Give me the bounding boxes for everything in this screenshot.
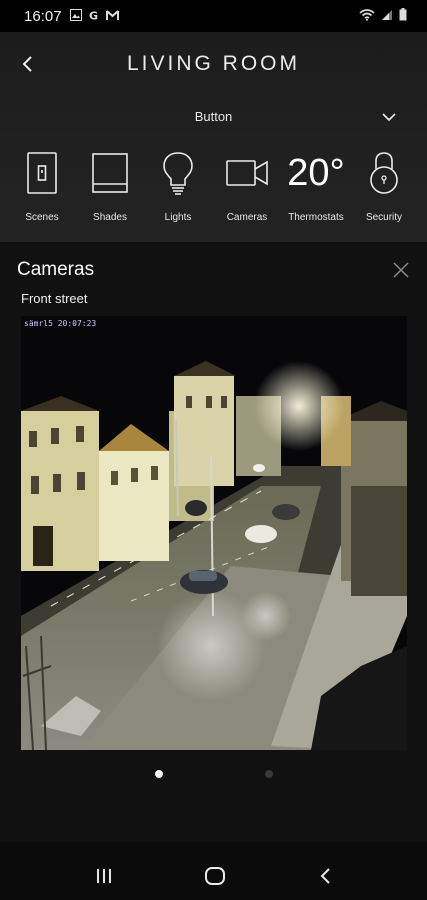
page-title: LIVING ROOM: [126, 52, 301, 75]
status-bar: 16:07 G: [0, 0, 427, 32]
padlock-icon: [370, 152, 398, 194]
page-dot-2[interactable]: [265, 770, 273, 778]
svg-text:G: G: [89, 10, 98, 22]
panel-title: Cameras: [17, 259, 95, 280]
back-arrow-icon: [320, 868, 330, 884]
category-label: Lights: [164, 212, 192, 223]
category-scenes[interactable]: Scenes: [11, 147, 73, 227]
feed-timestamp: sämrl5 20:07:23: [24, 319, 97, 328]
camera-feed-image: [21, 316, 407, 750]
category-security[interactable]: Security: [353, 147, 415, 227]
dropdown-value: Button: [194, 109, 233, 124]
system-back-button[interactable]: [314, 866, 338, 886]
video-camera-icon: [226, 160, 268, 186]
light-bulb-icon: [163, 152, 193, 195]
wifi-icon: [359, 9, 375, 21]
category-cameras[interactable]: Cameras: [216, 147, 278, 227]
category-label: Scenes: [25, 212, 59, 223]
recent-apps-icon: [97, 869, 111, 883]
camera-feed[interactable]: sämrl5 20:07:23: [21, 316, 407, 750]
home-button[interactable]: [203, 866, 227, 886]
google-icon: G: [89, 10, 98, 22]
category-bar: Scenes Shades Lights Cameras 20° Thermos…: [0, 147, 427, 227]
window-shade-icon: [92, 153, 128, 193]
home-icon: [205, 867, 225, 885]
category-label: Security: [365, 212, 403, 223]
gmail-icon: [106, 10, 119, 20]
mode-dropdown[interactable]: Button: [0, 102, 427, 132]
cameras-panel: Cameras Front street sämrl5 20:07:23: [0, 242, 427, 842]
gallery-icon: [70, 9, 82, 21]
close-button[interactable]: [391, 260, 411, 280]
recent-apps-button[interactable]: [92, 866, 116, 886]
category-shades[interactable]: Shades: [79, 147, 141, 227]
chevron-down-icon: [382, 113, 396, 122]
category-label: Thermostats: [288, 212, 344, 223]
category-label: Shades: [93, 212, 127, 223]
camera-name: Front street: [21, 291, 88, 306]
battery-icon: [399, 8, 407, 21]
page-indicator: [0, 768, 427, 780]
signal-icon: [382, 9, 392, 20]
page-dot-1[interactable]: [155, 770, 163, 778]
category-thermostats[interactable]: 20° Thermostats: [285, 147, 347, 227]
room-header: LIVING ROOM Button Scenes Shades Lights …: [0, 32, 427, 242]
light-switch-icon: [27, 152, 57, 194]
thermostat-temperature: 20°: [287, 152, 345, 194]
close-icon: [393, 262, 409, 278]
status-time: 16:07: [24, 8, 62, 25]
system-nav-bar: [0, 842, 427, 900]
category-lights[interactable]: Lights: [147, 147, 209, 227]
category-label: Cameras: [226, 212, 268, 223]
